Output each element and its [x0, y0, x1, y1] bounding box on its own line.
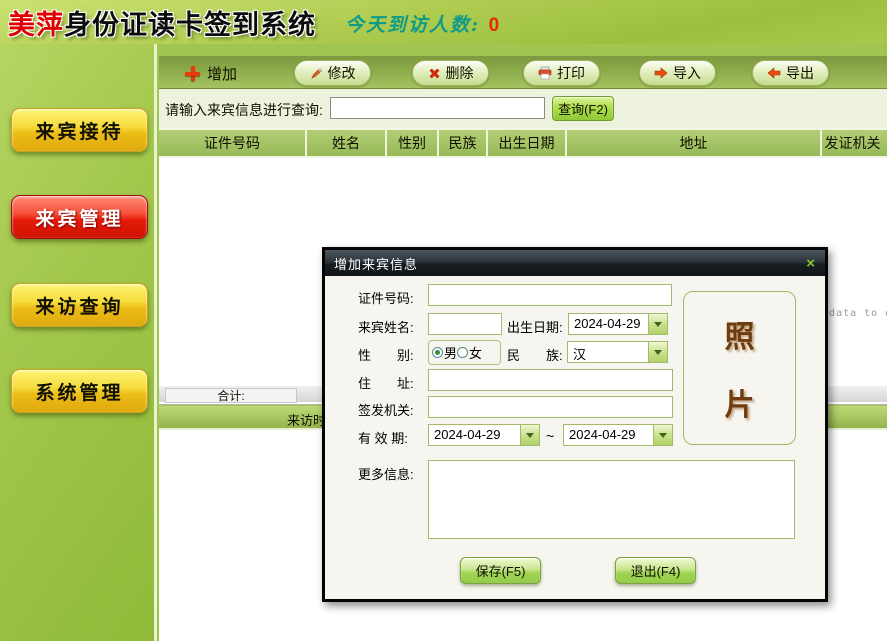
column-header-gender[interactable]: 性别	[387, 130, 439, 156]
issuer-field[interactable]	[428, 396, 673, 418]
print-button-label: 打印	[557, 63, 585, 83]
edit-button-label: 修改	[328, 63, 356, 83]
exit-button[interactable]: 退出(F4)	[615, 557, 696, 584]
photo-char: 照	[725, 312, 755, 356]
gender-female-label: 女	[469, 343, 482, 362]
valid-to-dropdown-button[interactable]	[653, 425, 672, 445]
ethnicity-dropdown-button[interactable]	[648, 342, 667, 362]
gender-male-option[interactable]: 男	[432, 343, 457, 362]
toolbar: 增加 修改 删除 打印 导入 导出	[159, 56, 887, 89]
sidebar: 来宾接待 来宾管理 来访查询 系统管理	[0, 44, 157, 641]
export-icon	[767, 67, 781, 79]
grid-total-label: 合计:	[165, 388, 297, 403]
sidebar-item-system-management[interactable]: 系统管理	[11, 369, 148, 413]
import-button[interactable]: 导入	[639, 60, 716, 86]
column-header-address[interactable]: 地址	[567, 130, 822, 156]
birthdate-value: 2024-04-29	[569, 314, 648, 334]
valid-from-select[interactable]: 2024-04-29	[428, 424, 540, 446]
valid-to-value: 2024-04-29	[564, 425, 653, 445]
column-header-id-number[interactable]: 证件号码	[159, 130, 307, 156]
sidebar-item-guest-management[interactable]: 来宾管理	[11, 195, 148, 239]
ethnicity-select[interactable]: 汉	[567, 341, 668, 363]
visitor-label: 今天到访人数:	[345, 14, 480, 36]
delete-button[interactable]: 删除	[412, 60, 489, 86]
gender-label: 性 别:	[358, 345, 414, 364]
dialog-title-bar[interactable]: 增加来宾信息 ×	[325, 250, 825, 276]
chevron-down-icon	[654, 350, 662, 355]
search-bar: 请输入来宾信息进行查询: 查询(F2)	[159, 89, 887, 128]
radio-selected-icon	[432, 347, 443, 358]
brand-name: 美萍	[8, 10, 64, 40]
valid-from-value: 2024-04-29	[429, 425, 520, 445]
sidebar-item-guest-reception[interactable]: 来宾接待	[11, 108, 148, 152]
search-label: 请输入来宾信息进行查询:	[165, 100, 323, 120]
photo-char: 片	[725, 380, 755, 424]
guest-name-field[interactable]	[428, 313, 502, 335]
save-button[interactable]: 保存(F5)	[460, 557, 541, 584]
add-button-label: 增加	[207, 63, 237, 84]
sidebar-item-visit-query[interactable]: 来访查询	[11, 283, 148, 327]
visitor-count: 0	[489, 15, 502, 36]
delete-button-label: 删除	[446, 63, 474, 83]
search-button[interactable]: 查询(F2)	[552, 96, 614, 121]
birthdate-select[interactable]: 2024-04-29	[568, 313, 668, 335]
chevron-down-icon	[654, 322, 662, 327]
edit-button[interactable]: 修改	[294, 60, 371, 86]
validity-label: 有 效 期:	[358, 428, 408, 447]
validity-tilde: ~	[546, 428, 554, 444]
search-input[interactable]	[330, 97, 545, 119]
app-header: 美萍身份证读卡签到系统 今天到访人数: 0	[0, 0, 887, 44]
guest-name-label: 来宾姓名:	[358, 317, 414, 336]
gender-radio-group: 男 女	[428, 340, 501, 365]
export-button[interactable]: 导出	[752, 60, 829, 86]
photo-placeholder[interactable]: 照 片	[683, 291, 796, 445]
app-title-rest: 身份证读卡签到系统	[64, 10, 316, 40]
plus-icon	[185, 66, 200, 81]
gender-female-option[interactable]: 女	[457, 343, 482, 362]
valid-to-select[interactable]: 2024-04-29	[563, 424, 673, 446]
print-icon	[538, 66, 552, 80]
ethnicity-value: 汉	[568, 342, 648, 362]
export-button-label: 导出	[786, 63, 814, 83]
app-window: 美萍身份证读卡签到系统 今天到访人数: 0 来宾接待 来宾管理 来访查询 系统管…	[0, 0, 887, 641]
import-icon	[654, 67, 668, 79]
column-header-birthdate[interactable]: 出生日期	[488, 130, 567, 156]
valid-from-dropdown-button[interactable]	[520, 425, 539, 445]
import-button-label: 导入	[673, 63, 701, 83]
grid-header: 证件号码 姓名 性别 民族 出生日期 地址 发证机关	[159, 128, 887, 158]
dialog-title: 增加来宾信息	[334, 254, 418, 273]
print-button[interactable]: 打印	[523, 60, 600, 86]
visitor-counter: 今天到访人数: 0	[345, 10, 501, 37]
app-title: 美萍身份证读卡签到系统	[8, 3, 316, 42]
column-header-issuer[interactable]: 发证机关	[822, 130, 883, 156]
add-guest-dialog: 增加来宾信息 × 证件号码: 来宾姓名: 出生日期: 2024-04-29 性 …	[322, 247, 828, 602]
close-icon[interactable]: ×	[806, 256, 816, 271]
more-info-label: 更多信息:	[358, 464, 414, 483]
address-label: 住 址:	[358, 373, 414, 392]
column-header-name[interactable]: 姓名	[307, 130, 387, 156]
edit-icon	[310, 67, 323, 80]
column-header-ethnicity[interactable]: 民族	[439, 130, 488, 156]
birthdate-label: 出生日期:	[507, 317, 563, 336]
ethnicity-label: 民 族:	[507, 345, 563, 364]
issuer-label: 签发机关:	[358, 400, 414, 419]
more-info-field[interactable]	[428, 460, 795, 539]
add-button[interactable]: 增加	[185, 60, 237, 86]
chevron-down-icon	[659, 433, 667, 438]
id-number-field[interactable]	[428, 284, 672, 306]
gender-male-label: 男	[444, 343, 457, 362]
id-number-label: 证件号码:	[358, 288, 414, 307]
birthdate-dropdown-button[interactable]	[648, 314, 667, 334]
dialog-body: 证件号码: 来宾姓名: 出生日期: 2024-04-29 性 别: 男 女 民 …	[325, 276, 825, 599]
chevron-down-icon	[526, 433, 534, 438]
radio-unselected-icon	[457, 347, 468, 358]
delete-icon	[428, 67, 441, 80]
address-field[interactable]	[428, 369, 673, 391]
